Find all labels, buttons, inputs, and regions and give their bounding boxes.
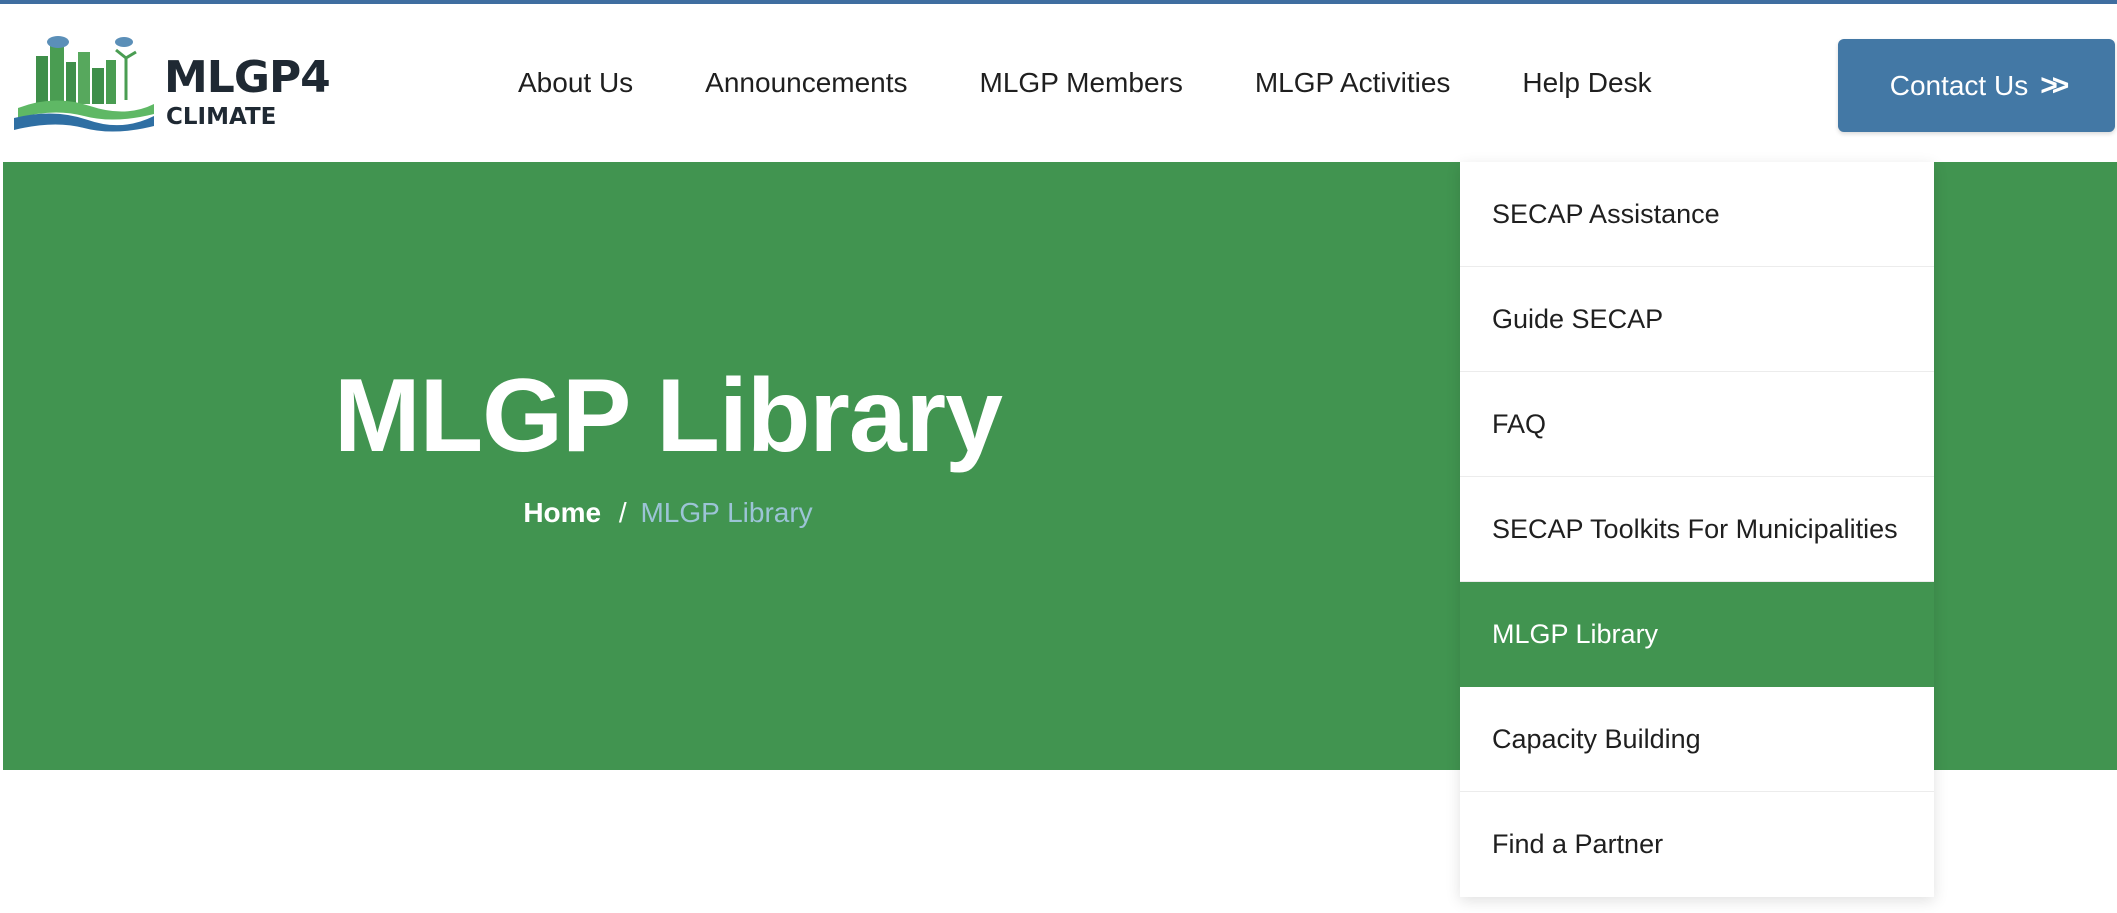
city-logo-icon <box>14 36 154 132</box>
nav-item-help-desk[interactable]: Help Desk <box>1522 67 1651 99</box>
dropdown-item-secap-assistance[interactable]: SECAP Assistance <box>1460 162 1934 267</box>
dropdown-item-find-a-partner[interactable]: Find a Partner <box>1460 792 1934 897</box>
contact-us-label: Contact Us <box>1889 69 2029 101</box>
site-header: MLGP4 CLIMATE About Us Announcements MLG… <box>0 4 2117 162</box>
main-navigation: About Us Announcements MLGP Members MLGP… <box>518 4 1724 162</box>
brand-name: MLGP4 <box>164 52 331 103</box>
nav-item-announcements[interactable]: Announcements <box>705 67 907 99</box>
site-logo[interactable]: MLGP4 CLIMATE <box>14 34 331 144</box>
contact-us-button[interactable]: Contact Us >> <box>1838 39 2115 132</box>
breadcrumb-separator: / <box>618 497 627 528</box>
breadcrumb-current: MLGP Library <box>640 497 813 528</box>
dropdown-item-mlgp-library[interactable]: MLGP Library <box>1460 582 1934 687</box>
nav-item-mlgp-activities[interactable]: MLGP Activities <box>1255 67 1451 99</box>
dropdown-item-capacity-building[interactable]: Capacity Building <box>1460 687 1934 792</box>
breadcrumb: Home / MLGP Library <box>3 497 1333 529</box>
nav-item-mlgp-members[interactable]: MLGP Members <box>980 67 1183 99</box>
double-chevron-right-icon: >> <box>2040 68 2069 102</box>
dropdown-item-guide-secap[interactable]: Guide SECAP <box>1460 267 1934 372</box>
brand-subtitle: CLIMATE <box>166 104 277 130</box>
help-desk-dropdown-menu: SECAP Assistance Guide SECAP FAQ SECAP T… <box>1460 162 1934 897</box>
breadcrumb-home-link[interactable]: Home <box>523 497 601 528</box>
dropdown-item-secap-toolkits[interactable]: SECAP Toolkits For Municipalities <box>1460 477 1934 582</box>
nav-item-about-us[interactable]: About Us <box>518 67 633 99</box>
page-title: MLGP Library <box>333 358 1003 474</box>
dropdown-item-faq[interactable]: FAQ <box>1460 372 1934 477</box>
